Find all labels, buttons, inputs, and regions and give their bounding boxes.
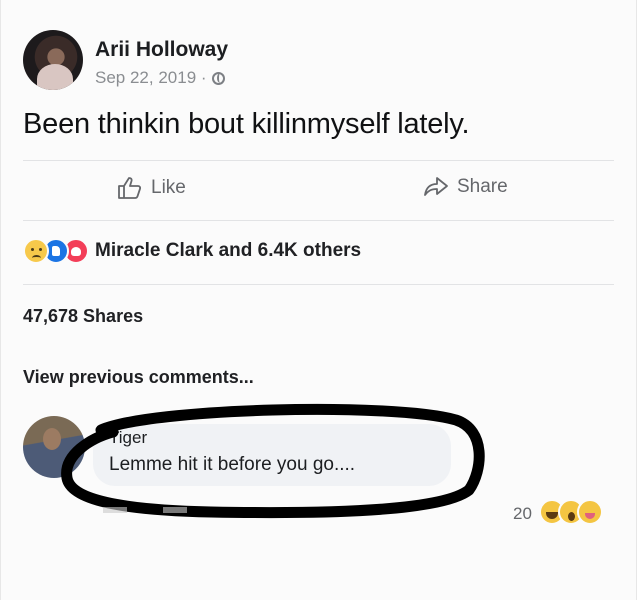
share-label: Share <box>457 176 508 197</box>
post-meta: Sep 22, 2019 · <box>95 68 225 88</box>
post-text: Been thinkin bout killinmyself lately. <box>23 108 470 140</box>
comment-text: Lemme hit it before you go.... <box>109 454 356 475</box>
like-button[interactable]: Like <box>117 176 186 200</box>
divider <box>23 284 614 285</box>
reactions-summary[interactable]: Miracle Clark and 6.4K others <box>95 240 361 262</box>
comment-reactions[interactable] <box>539 499 603 525</box>
like-label: Like <box>151 177 186 198</box>
post-author-name[interactable]: Arii Holloway <box>95 38 228 62</box>
thumbs-up-icon <box>118 177 142 199</box>
divider <box>23 220 614 221</box>
comment-actions-cutoff <box>103 507 223 513</box>
sad-icon <box>23 238 49 264</box>
comment-reaction-count[interactable]: 20 <box>513 504 532 524</box>
shares-count[interactable]: 47,678 Shares <box>23 306 143 327</box>
tongue-icon <box>577 499 603 525</box>
divider <box>23 160 614 161</box>
view-previous-comments-link[interactable]: View previous comments... <box>23 367 254 388</box>
author-avatar[interactable] <box>23 30 83 90</box>
comment-author[interactable]: Tiger <box>109 428 147 448</box>
globe-icon <box>211 71 225 85</box>
reactions-bar[interactable]: Miracle Clark and 6.4K others <box>23 238 361 264</box>
commenter-avatar[interactable] <box>23 416 85 478</box>
facebook-post: Arii Holloway Sep 22, 2019 · Been thinki… <box>0 0 637 600</box>
post-date[interactable]: Sep 22, 2019 · <box>95 68 207 88</box>
share-icon <box>424 177 448 196</box>
share-button[interactable]: Share <box>423 176 508 198</box>
